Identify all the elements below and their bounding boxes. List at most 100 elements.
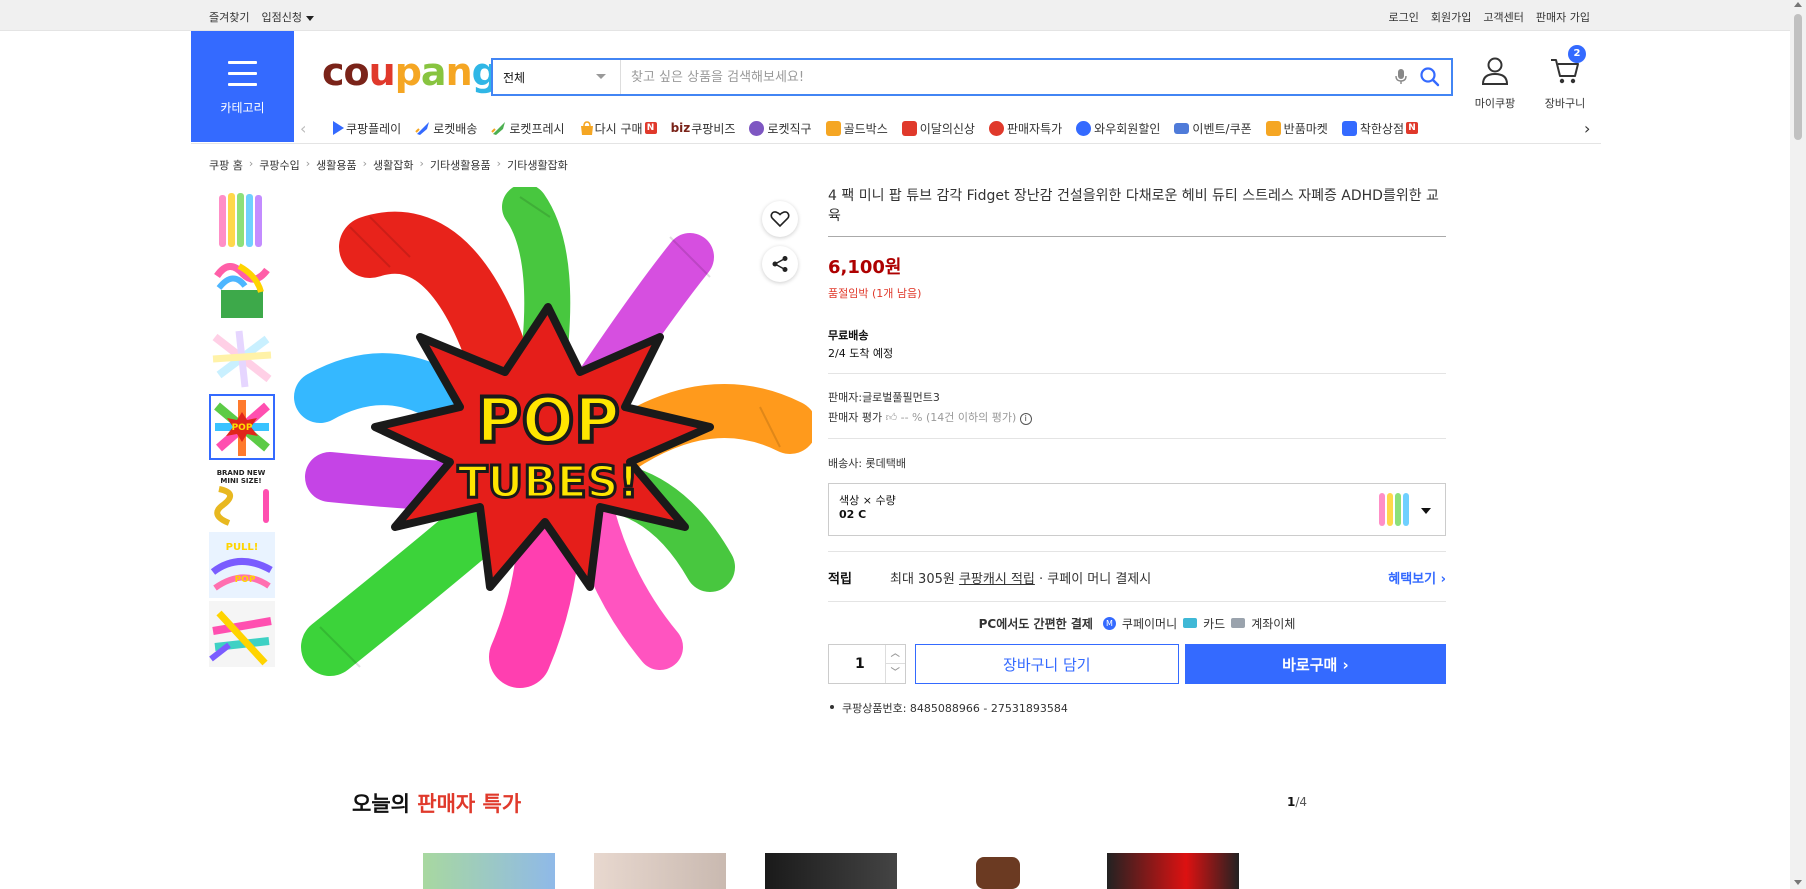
caret-down-icon <box>305 15 314 21</box>
pay-method: 쿠페이머니 <box>1121 616 1178 631</box>
topbar-right-links: 로그인 회원가입 고객센터 판매자 가입 <box>1389 9 1590 25</box>
category-label: 카테고리 <box>220 101 265 115</box>
card-icon <box>1183 618 1198 628</box>
favorite-button[interactable] <box>762 201 798 237</box>
buy-now-button[interactable]: 바로구매 › <box>1184 644 1446 684</box>
breadcrumb-item[interactable]: 쿠팡수입 <box>259 157 299 173</box>
breadcrumb-item[interactable]: 기타생활용품 <box>430 157 491 173</box>
subnav-item-wow[interactable]: 와우회원할인 <box>1076 120 1160 137</box>
deals-section-title: 오늘의 판매자 특가 <box>352 792 522 816</box>
thumbnail[interactable] <box>209 601 275 667</box>
chevron-right-icon[interactable]: › <box>1584 119 1600 138</box>
customer-center-link[interactable]: 고객센터 <box>1483 9 1523 25</box>
biz-icon: biz <box>670 121 691 135</box>
subnav-item-rocketfresh[interactable]: 로켓프레시 <box>491 120 565 137</box>
thumbnail-selected[interactable]: POP <box>209 394 275 460</box>
subnav-item-coupangplay[interactable]: 쿠팡플레이 <box>330 120 401 137</box>
search-input[interactable] <box>631 66 1331 88</box>
seller-deal-icon <box>988 120 1004 136</box>
info-icon[interactable]: i <box>1019 413 1032 425</box>
subnav-item-goldbox[interactable]: 골드박스 <box>825 120 888 137</box>
signup-link[interactable]: 회원가입 <box>1431 9 1471 25</box>
add-to-cart-button[interactable]: 장바구니 담기 <box>914 644 1179 684</box>
subnav-item-new[interactable]: 이달의신상 <box>901 120 975 137</box>
chevron-left-icon[interactable]: ‹ <box>300 119 316 138</box>
option-thumbnail <box>1379 493 1409 526</box>
deal-item[interactable] <box>936 853 1068 889</box>
chevron-down-icon[interactable]: ﹀ <box>884 664 905 683</box>
subnav-item-rocket[interactable]: 로켓배송 <box>415 120 477 137</box>
thumbnail[interactable] <box>209 325 275 391</box>
share-icon <box>772 256 788 272</box>
cart-button[interactable]: 2 장바구니 <box>1537 45 1593 111</box>
main-product-image[interactable]: POP TUBES! <box>290 184 817 703</box>
subnav-item-good-store[interactable]: 착한상점 N <box>1341 120 1419 137</box>
chevron-up-icon[interactable]: ︿ <box>884 645 905 664</box>
good-store-icon <box>1341 120 1357 136</box>
mypage-label: 마이쿠팡 <box>1474 97 1516 110</box>
quantity-value[interactable]: 1 <box>855 656 865 672</box>
thumbnail[interactable] <box>209 256 275 322</box>
page-scrollbar[interactable] <box>1790 0 1806 889</box>
option-select[interactable]: 색상 × 수량 02 C <box>828 483 1446 536</box>
coupay-icon: M <box>1102 616 1116 630</box>
subnav-item-rebuy[interactable]: 다시 구매 N <box>579 120 657 137</box>
subnav-item-coupon[interactable]: 이벤트/쿠폰 <box>1174 120 1252 137</box>
coupang-cash-link[interactable]: 쿠팡캐시 적립 <box>959 572 1035 587</box>
coupon-icon <box>1174 122 1190 134</box>
thumbnail[interactable]: BRAND NEW MINI SIZE! <box>209 463 275 529</box>
quantity-stepper[interactable]: 1 ︿ ﹀ <box>828 644 906 684</box>
subnav-item-return-market[interactable]: 반품마켓 <box>1265 120 1328 137</box>
seller-signup-link[interactable]: 판매자 가입 <box>1536 9 1590 25</box>
svg-text:POP: POP <box>235 575 256 585</box>
product-title: 4 팩 미니 팝 튜브 감각 Fidget 장난감 건설을위한 다채로운 헤비 … <box>828 186 1446 237</box>
deal-item[interactable] <box>423 853 555 889</box>
deal-item[interactable] <box>765 853 897 889</box>
microphone-icon[interactable] <box>1395 68 1407 90</box>
subnav-item-seller-deal[interactable]: 판매자특가 <box>988 120 1062 137</box>
option-label: 색상 × 수량 <box>839 494 896 507</box>
dropdown-arrow-icon <box>1421 508 1431 514</box>
return-market-icon <box>1265 120 1281 136</box>
dropdown-arrow-icon <box>596 74 606 79</box>
breadcrumb-item[interactable]: 기타생활잡화 <box>507 157 568 173</box>
seller-apply-link[interactable]: 입점신청 <box>261 9 314 25</box>
thumbnail-list: POP BRAND NEW MINI SIZE! PULL! POP <box>209 187 275 670</box>
svg-text:POP: POP <box>232 423 253 433</box>
category-menu-button[interactable]: 카테고리 <box>191 31 294 142</box>
breadcrumb-item[interactable]: 쿠팡 홈 <box>209 157 243 173</box>
share-button[interactable] <box>762 246 798 282</box>
breadcrumb-item[interactable]: 생활잡화 <box>373 157 413 173</box>
play-icon <box>333 121 344 135</box>
scroll-up-arrow-icon[interactable] <box>1794 2 1802 7</box>
thumbnail[interactable] <box>209 187 275 253</box>
login-link[interactable]: 로그인 <box>1389 9 1419 25</box>
benefits-link[interactable]: 혜택보기 › <box>1388 568 1446 587</box>
breadcrumb-item[interactable]: 생활용품 <box>316 157 356 173</box>
bank-transfer-icon <box>1231 618 1246 628</box>
payment-methods: PC에서도 간편한 결제 M 쿠페이머니 카드 계좌이체 <box>828 602 1446 644</box>
stock-warning: 품절임박 (1개 남음) <box>828 287 922 300</box>
svg-text:MINI SIZE!: MINI SIZE! <box>220 477 261 485</box>
topbar-left-links: 즐겨찾기 입점신청 <box>209 9 314 25</box>
deal-item[interactable] <box>594 853 726 889</box>
seller-info: 판매자:글로벌풀필먼트3 판매자 평가 👍︎ -- % (14건 이하의 평가)… <box>828 374 1446 439</box>
scrollbar-thumb[interactable] <box>1794 14 1802 140</box>
subnav-item-biz[interactable]: biz 쿠팡비즈 <box>671 120 736 137</box>
search-category-select[interactable]: 전체 <box>493 60 621 94</box>
coupang-logo[interactable]: coupang <box>322 52 499 92</box>
subnav-item-global[interactable]: 로켓직구 <box>749 120 812 137</box>
deal-item[interactable] <box>1107 853 1239 889</box>
bookmark-link[interactable]: 즐겨찾기 <box>209 9 249 25</box>
reward-label: 적립 <box>828 572 852 587</box>
sub-navigation: ‹ 쿠팡플레이 로켓배송 로켓프레시 다시 구매 N biz 쿠팡비즈 로켓직구 골… <box>300 116 1600 140</box>
seller-rating-value: -- % (14건 이하의 평가) <box>900 411 1017 424</box>
seller-name[interactable]: 판매자:글로벌풀필먼트3 <box>828 391 940 404</box>
scroll-down-arrow-icon[interactable] <box>1794 880 1802 885</box>
search-icon[interactable] <box>1419 66 1441 92</box>
thumbnail[interactable]: PULL! POP <box>209 532 275 598</box>
reward-row: 적립 최대 305원 쿠팡캐시 적립 · 쿠페이 머니 결제시 혜택보기 › <box>828 552 1446 602</box>
mypage-button[interactable]: 마이쿠팡 <box>1467 56 1523 111</box>
pay-method: 카드 <box>1203 616 1226 631</box>
reward-text: 최대 305원 쿠팡캐시 적립 · 쿠페이 머니 결제시 <box>890 572 1152 587</box>
